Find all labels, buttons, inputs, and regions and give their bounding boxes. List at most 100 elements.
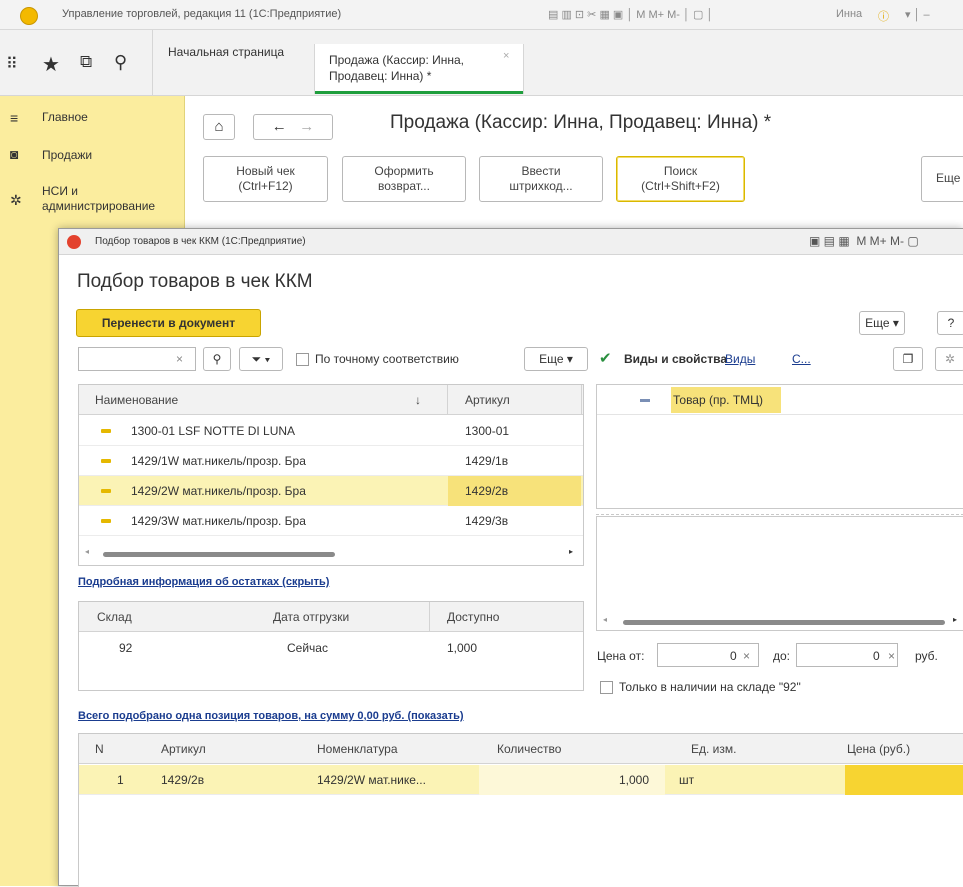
dialog-more-button[interactable]: Еще ▾ [859, 311, 905, 335]
selected-col-name[interactable]: Номенклатура [317, 742, 398, 756]
tree-row[interactable]: Товар (пр. ТМЦ) [597, 385, 963, 415]
sidebar-item-nsi-line2[interactable]: администрирование [42, 199, 155, 214]
barcode-button[interactable]: Ввести штрихкод... [479, 156, 603, 202]
user-name[interactable]: Инна [836, 8, 862, 20]
tab-close-icon[interactable]: × [503, 48, 509, 64]
kinds-tree: Товар (пр. ТМЦ) [596, 384, 963, 509]
exact-match-checkbox[interactable] [296, 353, 309, 366]
goods-row[interactable]: 1300-01 LSF NOTTE DI LUNA 1300-01 [79, 416, 583, 446]
bag-icon: ◙ [10, 146, 19, 162]
info-icon[interactable]: ⓘ [878, 8, 889, 24]
selected-row-sku: 1429/2в [161, 773, 205, 787]
stock-row[interactable]: 92 Сейчас 1,000 [79, 633, 583, 663]
dialog-title-bar: Подбор товаров в чек ККМ (1С:Предприятие… [59, 229, 963, 255]
goods-row-name: 1429/1W мат.никель/прозр. Бра [131, 454, 306, 468]
transfer-to-document-button[interactable]: Перенести в документ [76, 309, 261, 337]
sort-down-icon[interactable]: ↓ [415, 393, 421, 407]
nav-buttons[interactable]: ← → [253, 114, 333, 140]
stock-col-date[interactable]: Дата отгрузки [273, 610, 349, 624]
sidebar-item-nsi[interactable]: НСИ и [42, 184, 78, 199]
dialog-toolbar-icons[interactable]: ▣ ▤ ▦ M M+ M- ▢ [809, 234, 919, 248]
sidebar-item-sales[interactable]: Продажи [42, 148, 92, 163]
sidebar-item-main[interactable]: Главное [42, 110, 88, 125]
goods-row-sku: 1429/3в [465, 514, 509, 528]
selected-row-name: 1429/2W мат.нике... [317, 773, 426, 787]
goods-row-name: 1429/2W мат.никель/прозр. Бра [131, 484, 306, 498]
search-icon[interactable]: ⚲ [203, 347, 231, 371]
price-to-value: 0 [873, 649, 880, 663]
currency-label: руб. [915, 649, 938, 663]
stock-col-available[interactable]: Доступно [447, 610, 499, 624]
filter-icon[interactable]: ⏷ ▾ [239, 347, 283, 371]
selected-goods-table: N Артикул Номенклатура Количество Ед. из… [78, 733, 963, 887]
selected-col-n[interactable]: N [95, 742, 104, 756]
selected-row-unit: шт [679, 773, 695, 787]
return-button[interactable]: Оформить возврат... [342, 156, 466, 202]
collapse-icon[interactable] [640, 399, 650, 402]
properties-scrollbar[interactable]: ◂ ▸ [597, 615, 963, 629]
clear-price-from-icon[interactable]: × [743, 649, 750, 663]
selected-row[interactable]: 1 1429/2в 1429/2W мат.нике... 1,000 шт [79, 765, 963, 795]
search-button[interactable]: Поиск (Ctrl+Shift+F2) [616, 156, 745, 202]
form-more-button[interactable]: Еще [921, 156, 963, 202]
kinds-link[interactable]: Виды [725, 352, 755, 366]
kinds-checkbox[interactable]: ✔ [599, 349, 612, 367]
tab-sale[interactable]: Продажа (Кассир: Инна, Продавец: Инна) *… [314, 44, 524, 94]
stock-warehouse: 92 [119, 641, 133, 655]
search-input[interactable]: × [78, 347, 196, 371]
stock-col-warehouse[interactable]: Склад [97, 610, 132, 624]
goods-col-name[interactable]: Наименование [95, 393, 178, 407]
home-button[interactable]: ⌂ [203, 114, 235, 140]
search-label-2: (Ctrl+Shift+F2) [641, 179, 720, 193]
stock-table-header: Склад Дата отгрузки Доступно [79, 602, 583, 632]
selected-table-header: N Артикул Номенклатура Количество Ед. из… [79, 734, 963, 764]
history-icon[interactable]: ⧉ [80, 52, 92, 72]
goods-table: Наименование ↓ Артикул 1300-01 LSF NOTTE… [78, 384, 584, 566]
tab-home[interactable]: Начальная страница [168, 44, 284, 60]
return-label-2: возврат... [378, 179, 430, 193]
favorites-star-icon[interactable]: ★ [42, 52, 60, 77]
selected-col-unit[interactable]: Ед. изм. [691, 742, 736, 756]
clear-price-to-icon[interactable]: × [888, 649, 895, 663]
selected-col-qty[interactable]: Количество [497, 742, 561, 756]
tab-sale-label-2: Продавец: Инна) * [329, 69, 432, 83]
back-arrow-icon[interactable]: ← [272, 118, 287, 135]
price-to-input[interactable]: 0 [796, 643, 898, 667]
tabs-row: ⠿ ★ ⧉ ⚲ Начальная страница Продажа (Касс… [0, 30, 963, 96]
goods-row-name: 1300-01 LSF NOTTE DI LUNA [131, 424, 296, 438]
help-button[interactable]: ? [937, 311, 963, 335]
properties-link[interactable]: С... [792, 352, 811, 366]
goods-row[interactable]: 1429/3W мат.никель/прозр. Бра 1429/3в [79, 506, 583, 536]
search-icon[interactable]: ⚲ [114, 52, 127, 73]
settings-icon[interactable]: ✲ [935, 347, 963, 371]
in-stock-checkbox[interactable] [600, 681, 613, 694]
in-stock-label: Только в наличии на складе "92" [619, 680, 801, 694]
new-receipt-button[interactable]: Новый чек (Ctrl+F12) [203, 156, 328, 202]
app-title: Управление торговлей, редакция 11 (1С:Пр… [62, 8, 342, 20]
selected-col-price[interactable]: Цена (руб.) [847, 742, 910, 756]
stock-info-link[interactable]: Подробная информация об остатках (скрыть… [78, 576, 329, 588]
gear-icon: ✲ [10, 192, 22, 208]
window-controls[interactable]: ▾ │ – [905, 8, 930, 21]
goods-horizontal-scrollbar[interactable]: ◂ ▸ [79, 547, 583, 561]
new-receipt-label-1: Новый чек [236, 164, 295, 178]
summary-link[interactable]: Всего подобрано одна позиция товаров, на… [78, 710, 464, 722]
selected-col-sku[interactable]: Артикул [161, 742, 206, 756]
app-title-bar: Управление торговлей, редакция 11 (1С:Пр… [0, 0, 963, 30]
forward-arrow-icon[interactable]: → [299, 118, 314, 135]
selected-row-n: 1 [117, 773, 124, 787]
goods-row-selected[interactable]: 1429/2W мат.никель/прозр. Бра 1429/2в [79, 476, 583, 506]
copy-icon[interactable]: ❐ [893, 347, 923, 371]
toolbar-icons[interactable]: ▤ ▥ ⊡ ✂ ▦ ▣ │ M M+ M- │ ▢ │ [548, 8, 713, 21]
clear-search-icon[interactable]: × [176, 352, 183, 366]
goods-col-sku[interactable]: Артикул [465, 393, 510, 407]
properties-panel: ◂ ▸ [596, 516, 963, 631]
item-icon [101, 429, 111, 433]
goods-row-sku: 1429/2в [465, 484, 509, 498]
dialog-heading: Подбор товаров в чек ККМ [77, 271, 313, 292]
price-from-value: 0 [730, 649, 737, 663]
apps-grid-icon[interactable]: ⠿ [6, 54, 18, 74]
goods-more-button[interactable]: Еще ▾ [524, 347, 588, 371]
app-logo-icon[interactable] [20, 7, 38, 25]
goods-row[interactable]: 1429/1W мат.никель/прозр. Бра 1429/1в [79, 446, 583, 476]
